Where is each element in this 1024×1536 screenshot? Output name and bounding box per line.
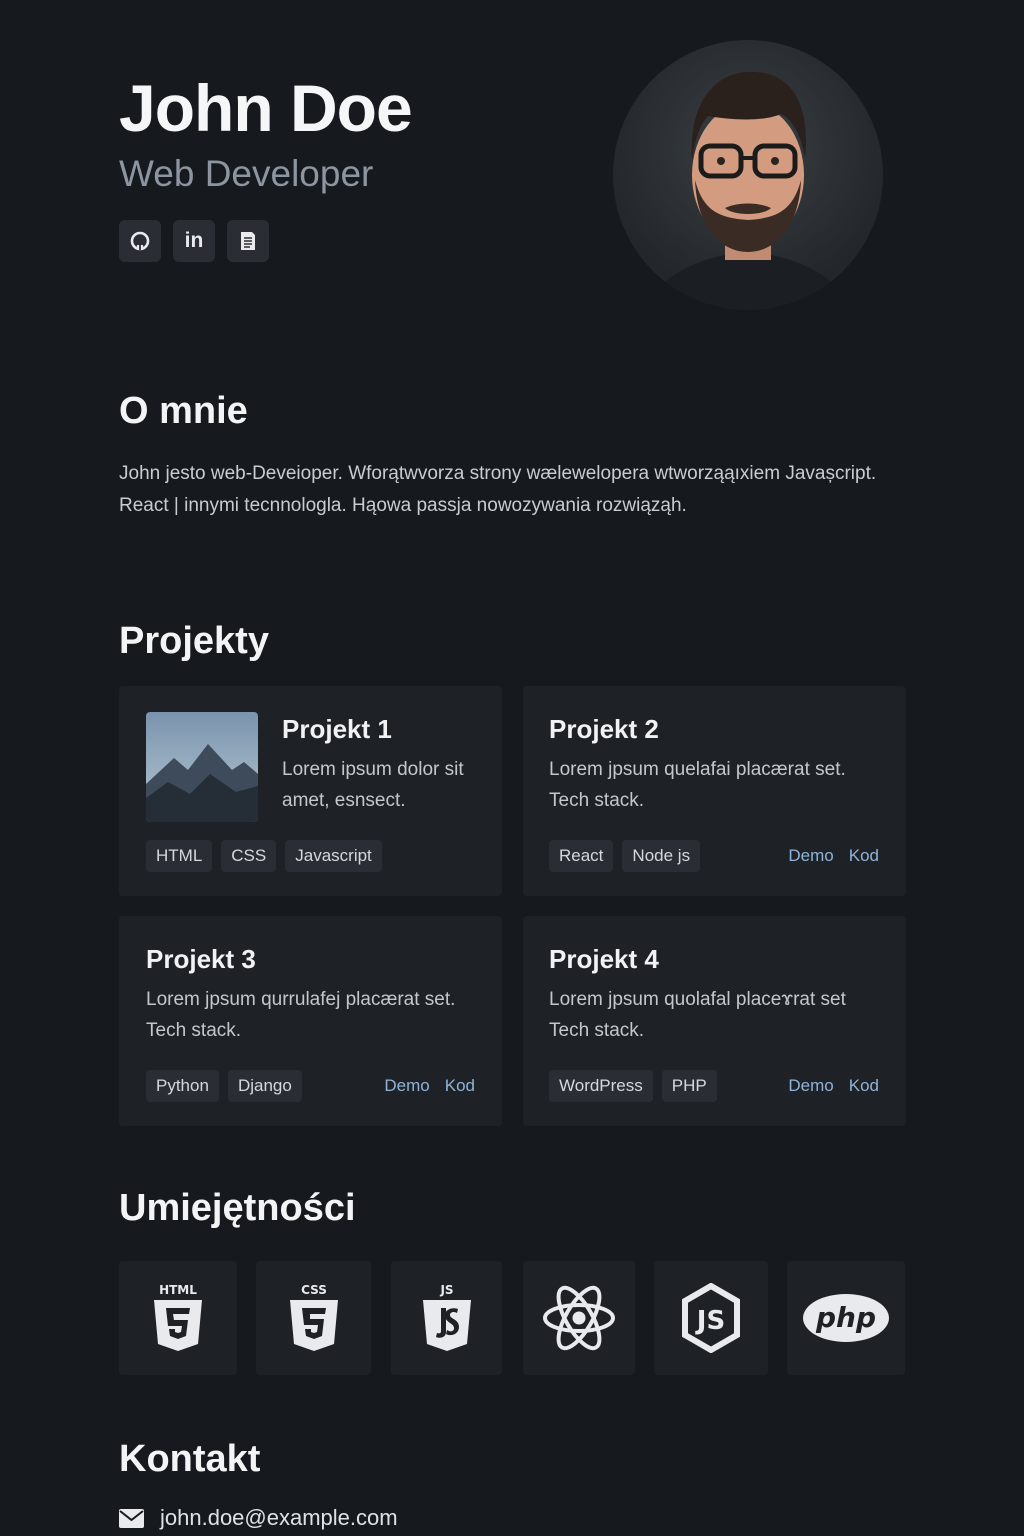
skill-js: JS — [391, 1261, 502, 1375]
html-badge-label: HTML — [159, 1283, 197, 1297]
project-thumbnail — [146, 712, 258, 822]
skill-react — [523, 1261, 635, 1375]
project-description: Lorem jpsum quelafai placærat set. Tech … — [549, 759, 846, 811]
project-tags: React Node js — [549, 840, 701, 872]
tech-tag: PHP — [661, 1070, 717, 1102]
cv-link[interactable] — [227, 220, 269, 262]
social-links: in — [119, 220, 412, 262]
project-description: Lorem jpsum qurrulafej placærat set. Tec… — [146, 989, 456, 1041]
demo-link[interactable]: Demo — [384, 1076, 429, 1096]
tech-tag: Python — [146, 1070, 219, 1102]
github-link[interactable] — [119, 220, 161, 262]
tech-tag: CSS — [221, 840, 277, 872]
demo-link[interactable]: Demo — [788, 846, 833, 866]
project-card-1[interactable]: Projekt 1 Lorem ipsum dolor sit amet, es… — [119, 686, 502, 896]
project-title: Projekt 3 — [146, 944, 256, 974]
node-badge-label: JS — [695, 1306, 725, 1336]
contact-email[interactable]: john.doe@example.com — [119, 1505, 398, 1531]
tech-tag: React — [549, 840, 614, 872]
skill-node: JS — [654, 1261, 768, 1375]
project-description: Lorem jpsum quolafal placeɤrat set Tech … — [549, 989, 846, 1041]
project-links: Demo Kod — [788, 1070, 879, 1102]
profile-name: John Doe — [119, 71, 413, 145]
about-text: John jesto web-Deveioper. Wforątwvorza s… — [119, 463, 877, 516]
project-links: Demo Kod — [788, 840, 879, 872]
project-title: Projekt 4 — [549, 944, 659, 974]
project-tags: HTML CSS Javascript — [146, 840, 382, 872]
nodejs-icon: JS — [682, 1283, 740, 1353]
css-badge-label: CSS — [301, 1283, 327, 1297]
html5-icon: HTML — [154, 1283, 202, 1351]
mail-icon — [119, 1508, 144, 1528]
project-title: Projekt 1 — [282, 714, 392, 744]
skills-heading: Umiejętności — [119, 1187, 356, 1229]
about-heading: O mnie — [119, 390, 248, 432]
php-icon: php — [803, 1294, 889, 1342]
linkedin-link[interactable]: in — [173, 220, 215, 262]
project-tags: WordPress PHP — [549, 1070, 717, 1102]
skill-php: php — [787, 1261, 905, 1375]
document-icon — [241, 232, 255, 250]
projects-heading: Projekty — [119, 620, 269, 662]
javascript-icon: JS — [422, 1283, 471, 1351]
project-card-3[interactable]: Projekt 3 Lorem jpsum qurrulafej placæra… — [119, 916, 502, 1126]
php-badge-label: php — [815, 1301, 876, 1334]
js-badge-label: JS — [439, 1283, 453, 1297]
tech-tag: WordPress — [549, 1070, 653, 1102]
project-description: Lorem ipsum dolor sit amet, esnsect. — [282, 759, 464, 811]
tech-tag: Javascript — [285, 840, 382, 872]
css3-icon: CSS — [289, 1283, 338, 1351]
email-address[interactable]: john.doe@example.com — [160, 1505, 398, 1531]
linkedin-icon: in — [184, 229, 204, 252]
profile-photo — [613, 40, 883, 310]
tech-tag: Node js — [622, 840, 701, 872]
demo-link[interactable]: Demo — [788, 1076, 833, 1096]
skills-grid: HTML CSS JS JS php — [119, 1261, 905, 1375]
tech-tag: Django — [227, 1070, 302, 1102]
github-icon — [130, 231, 150, 251]
skill-css: CSS — [256, 1261, 371, 1375]
profile-role: Web Developer — [119, 153, 374, 194]
contact-heading: Kontakt — [119, 1438, 261, 1480]
project-card-4[interactable]: Projekt 4 Lorem jpsum quolafal placeɤrat… — [523, 916, 906, 1126]
tech-tag: HTML — [146, 840, 213, 872]
skill-html: HTML — [119, 1261, 237, 1375]
project-tags: Python Django — [146, 1070, 302, 1102]
code-link[interactable]: Kod — [849, 846, 879, 866]
react-icon — [543, 1285, 615, 1351]
hero-section: John Doe Web Developer in — [119, 70, 413, 262]
project-card-2[interactable]: Projekt 2 Lorem jpsum quelafai placærat … — [523, 686, 906, 896]
project-links: Demo Kod — [384, 1070, 475, 1102]
project-title: Projekt 2 — [549, 714, 659, 744]
code-link[interactable]: Kod — [849, 1076, 879, 1096]
code-link[interactable]: Kod — [445, 1076, 475, 1096]
